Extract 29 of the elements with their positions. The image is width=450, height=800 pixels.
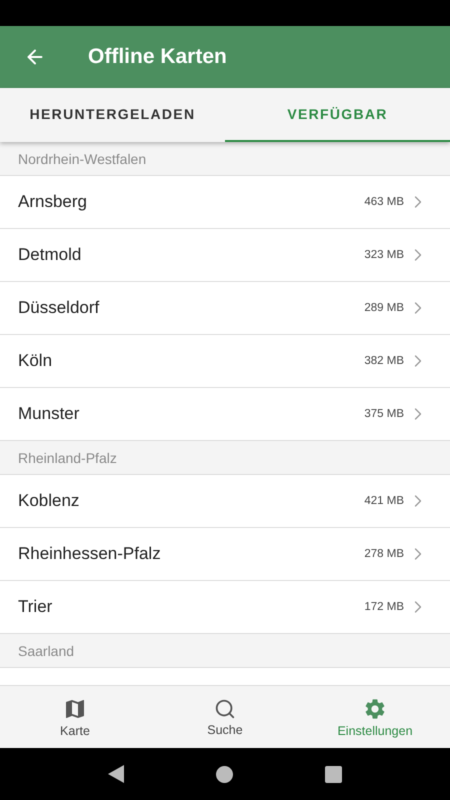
region-name: Düsseldorf xyxy=(18,298,100,318)
download-size: 463 MB xyxy=(364,196,404,208)
section-title: Rheinland-Pfalz xyxy=(18,450,117,466)
region-name: Detmold xyxy=(18,245,82,265)
home-circle-icon[interactable] xyxy=(216,766,233,782)
download-size: 375 MB xyxy=(364,408,404,420)
download-size: 289 MB xyxy=(364,302,404,314)
region-name: Trier xyxy=(18,597,54,617)
settings-icon xyxy=(363,696,387,720)
search-icon xyxy=(214,698,236,720)
download-size: 278 MB xyxy=(364,548,404,560)
region-name: Koblenz xyxy=(18,491,80,511)
tab[interactable]: HERUNTERGELADEN xyxy=(0,88,225,142)
recents-square-icon[interactable] xyxy=(325,766,342,782)
back-triangle-icon[interactable] xyxy=(108,765,124,783)
download-size: 421 MB xyxy=(364,495,404,507)
region-name: Rheinhessen-Pfalz xyxy=(18,544,162,564)
download-size: 172 MB xyxy=(364,601,404,613)
app-title: Offline Karten xyxy=(88,45,227,69)
region-name: Arnsberg xyxy=(18,192,88,212)
section-title: Nordrhein-Westfalen xyxy=(18,150,146,166)
region-name: Munster xyxy=(18,404,80,424)
section-title: Saarland xyxy=(18,642,74,658)
nav-item[interactable]: Suche xyxy=(150,686,300,748)
region-name: Köln xyxy=(18,351,54,371)
download-size: 323 MB xyxy=(364,249,404,261)
download-size: 382 MB xyxy=(364,355,404,367)
nav-item[interactable]: Einstellungen xyxy=(300,686,450,748)
nav-item[interactable]: Karte xyxy=(0,686,150,748)
